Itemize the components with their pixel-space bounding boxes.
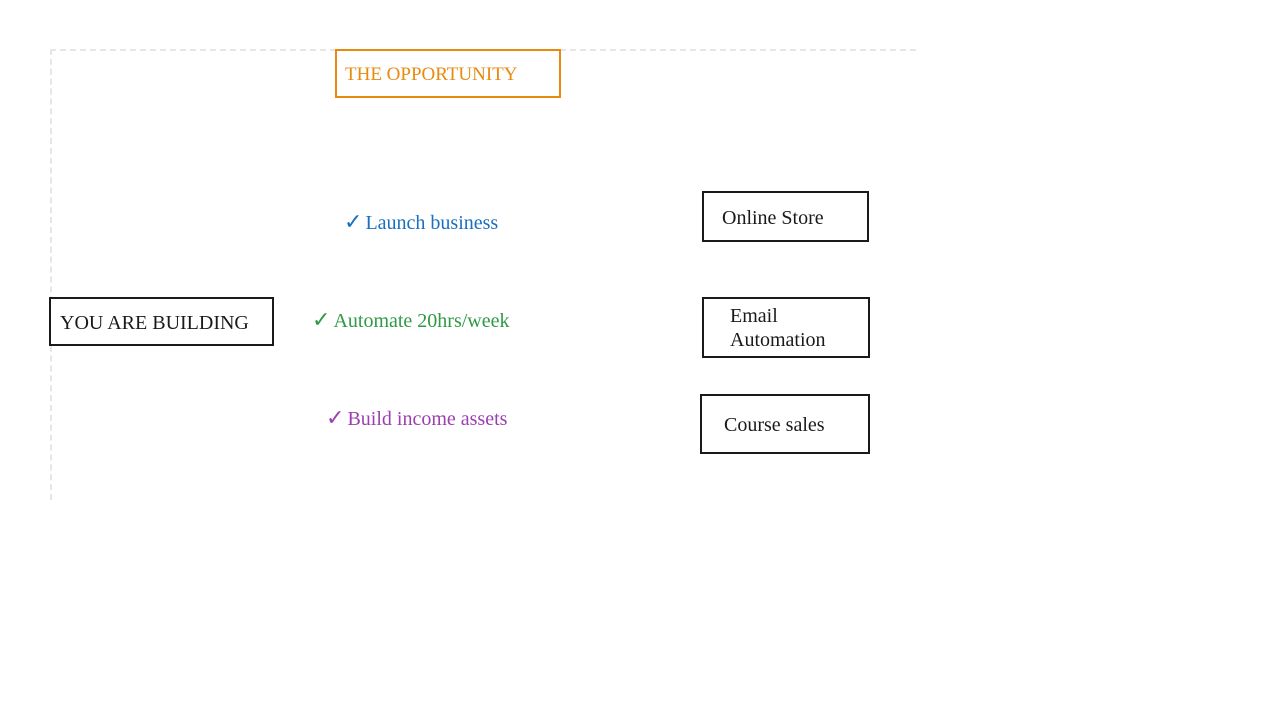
- title-box: THE OPPORTUNITY: [335, 49, 561, 98]
- outcome-course-sales: Course sales: [700, 394, 870, 454]
- source-box: YOU ARE BUILDING: [49, 297, 274, 346]
- outcome-online-store: Online Store: [702, 191, 869, 242]
- checkmark-icon: ✓: [344, 210, 363, 235]
- benefit-launch-business: ✓ Launch business: [344, 211, 498, 235]
- benefit-label: Build income assets: [347, 408, 508, 430]
- outcome-label: Course sales: [724, 414, 825, 436]
- benefit-label: Launch business: [365, 212, 499, 234]
- outcome-label: Email Automation: [730, 305, 826, 351]
- benefit-automate-hours: ✓ Automate 20hrs/week: [312, 309, 510, 333]
- outcome-label: Online Store: [722, 207, 824, 229]
- checkmark-icon: ✓: [312, 308, 331, 333]
- checkmark-icon: ✓: [326, 406, 345, 431]
- source-label: YOU ARE BUILDING: [60, 312, 249, 334]
- benefit-label: Automate 20hrs/week: [333, 310, 510, 332]
- outcome-email-automation: Email Automation: [702, 297, 870, 358]
- benefit-income-assets: ✓ Build income assets: [326, 407, 507, 431]
- title-label: THE OPPORTUNITY: [345, 64, 518, 85]
